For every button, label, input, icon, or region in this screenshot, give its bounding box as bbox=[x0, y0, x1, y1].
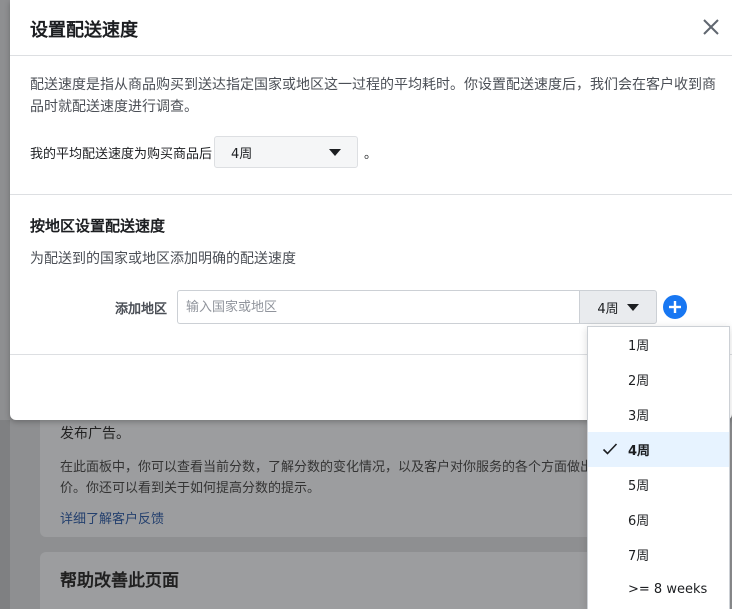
check-icon bbox=[602, 443, 618, 455]
learn-feedback-link[interactable]: 详细了解客户反馈 bbox=[60, 508, 640, 527]
region-input[interactable] bbox=[177, 290, 580, 324]
average-speed-suffix: 。 bbox=[364, 146, 378, 162]
average-speed-section: 配送速度是指从商品购买到送达指定国家或地区这一过程的平均耗时。你设置配送速度后，… bbox=[10, 56, 732, 195]
close-icon bbox=[703, 19, 719, 35]
region-week-value: 4周 bbox=[597, 301, 619, 317]
add-region-label: 添加地区 bbox=[115, 301, 168, 317]
chevron-down-icon bbox=[329, 148, 342, 156]
background-feedback-card: 发布广告。 在此面板中，你可以查看当前分数，了解分数的变化情况，以及客户对你服务… bbox=[40, 405, 660, 537]
dropdown-option-8w-plus[interactable]: >= 8 weeks bbox=[588, 572, 729, 607]
dropdown-option-3w[interactable]: 3周 bbox=[588, 397, 729, 432]
average-speed-value: 4周 bbox=[231, 146, 253, 162]
background-card-line: 发布广告。 bbox=[60, 426, 130, 442]
add-region-button[interactable] bbox=[663, 295, 688, 319]
dropdown-option-1w[interactable]: 1周 bbox=[588, 327, 729, 362]
add-region-row: 添加地区 4周 bbox=[115, 290, 688, 324]
dropdown-option-6w[interactable]: 6周 bbox=[588, 502, 729, 537]
dropdown-option-label: 3周 bbox=[628, 409, 650, 424]
dropdown-option-4w[interactable]: 4周 bbox=[588, 432, 729, 467]
dropdown-option-label: 6周 bbox=[628, 514, 650, 529]
plus-icon bbox=[669, 301, 682, 313]
modal-header: 设置配送速度 bbox=[10, 0, 732, 56]
region-section-title: 按地区设置配送速度 bbox=[30, 217, 166, 235]
week-dropdown-menu: 1周 2周 3周 4周 5周 6周 7周 >= 8 weeks bbox=[587, 326, 730, 609]
speed-description: 配送速度是指从商品购买到送达指定国家或地区这一过程的平均耗时。你设置配送速度后，… bbox=[30, 77, 716, 115]
average-speed-select[interactable]: 4周 bbox=[214, 136, 359, 168]
average-speed-row: 我的平均配送速度为购买商品后 4周 。 bbox=[30, 136, 712, 168]
dropdown-option-label: 5周 bbox=[628, 479, 650, 494]
dropdown-option-label: 4周 bbox=[628, 444, 651, 459]
region-week-select[interactable]: 4周 bbox=[579, 290, 658, 324]
region-section-subtitle: 为配送到的国家或地区添加明确的配送速度 bbox=[30, 251, 296, 267]
background-card-title: 帮助改善此页面 bbox=[60, 571, 179, 591]
close-button[interactable] bbox=[700, 16, 722, 38]
modal-title: 设置配送速度 bbox=[30, 20, 138, 41]
background-improve-card: 帮助改善此页面 bbox=[40, 552, 660, 609]
dropdown-option-label: >= 8 weeks bbox=[628, 582, 708, 597]
dropdown-option-label: 1周 bbox=[628, 339, 650, 354]
dropdown-option-label: 2周 bbox=[628, 374, 650, 389]
dropdown-option-2w[interactable]: 2周 bbox=[588, 362, 729, 397]
background-card-text: 在此面板中，你可以查看当前分数，了解分数的变化情况，以及客户对你服务的各个方面做… bbox=[60, 460, 620, 496]
background-strip bbox=[0, 420, 10, 609]
dropdown-option-5w[interactable]: 5周 bbox=[588, 467, 729, 502]
dropdown-option-label: 7周 bbox=[628, 549, 650, 564]
dropdown-option-7w[interactable]: 7周 bbox=[588, 537, 729, 572]
average-speed-label: 我的平均配送速度为购买商品后 bbox=[30, 146, 213, 162]
chevron-down-icon bbox=[626, 303, 639, 311]
